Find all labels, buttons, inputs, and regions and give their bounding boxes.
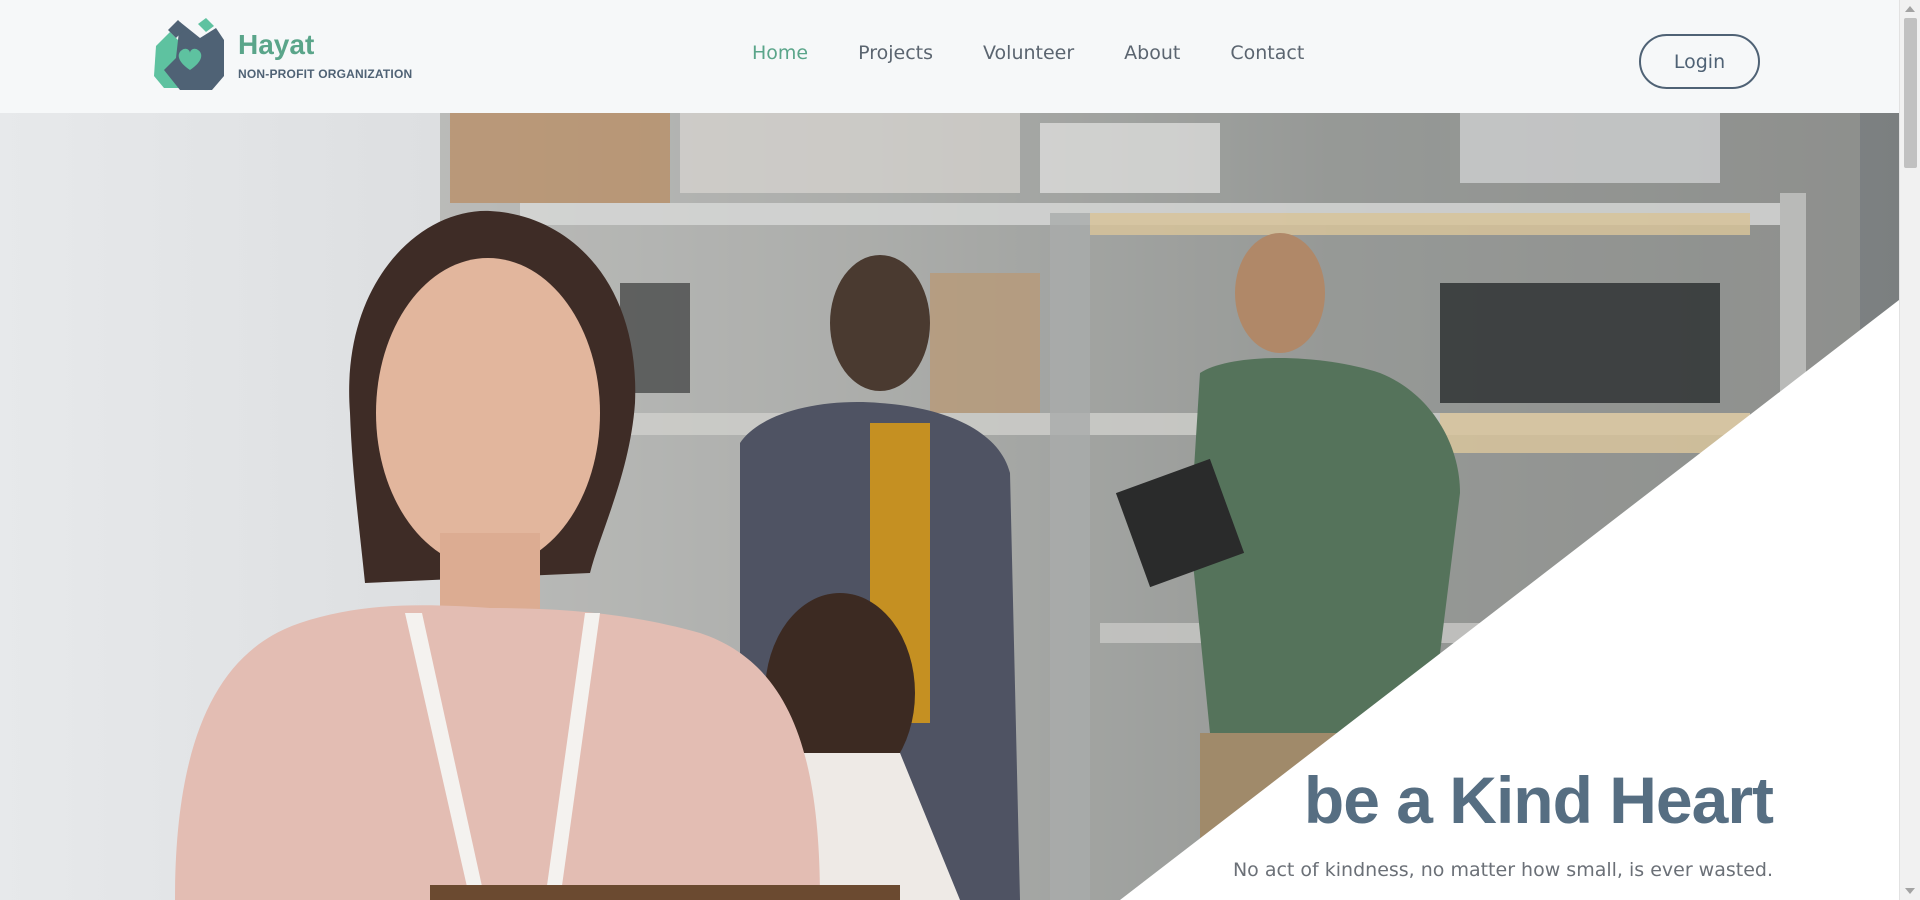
brand-name: Hayat <box>238 29 315 60</box>
hero-title: be a Kind Heart <box>1303 763 1774 837</box>
nav-volunteer[interactable]: Volunteer <box>983 42 1074 64</box>
brand-tagline: NON-PROFIT ORGANIZATION <box>238 67 413 81</box>
hero-section: be a Kind Heart No act of kindness, no m… <box>0 113 1899 900</box>
main-nav: Home Projects Volunteer About Contact <box>752 42 1304 64</box>
hands-heart-icon <box>154 18 224 90</box>
scroll-down-icon[interactable] <box>1905 888 1915 894</box>
nav-home[interactable]: Home <box>752 42 808 64</box>
hero-subtitle: No act of kindness, no matter how small,… <box>1232 859 1773 881</box>
nav-contact[interactable]: Contact <box>1230 42 1304 64</box>
page-scrollbar[interactable] <box>1899 0 1920 900</box>
scroll-thumb[interactable] <box>1904 18 1917 168</box>
site-header: Hayat NON-PROFIT ORGANIZATION Home Proje… <box>0 0 1899 113</box>
brand-logo[interactable]: Hayat NON-PROFIT ORGANIZATION <box>150 18 412 96</box>
nav-about[interactable]: About <box>1124 42 1180 64</box>
scroll-up-icon[interactable] <box>1905 6 1915 12</box>
hero-text: be a Kind Heart No act of kindness, no m… <box>1232 763 1774 881</box>
login-button[interactable]: Login <box>1639 34 1760 89</box>
nav-projects[interactable]: Projects <box>858 42 933 64</box>
